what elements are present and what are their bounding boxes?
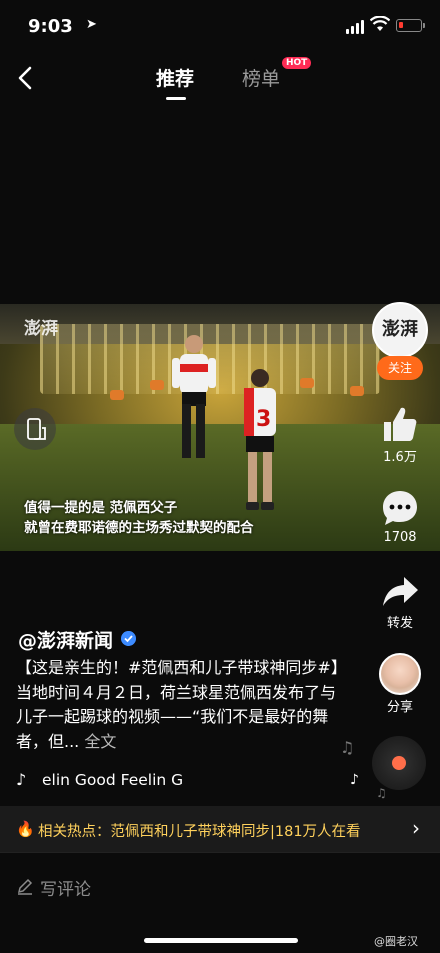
music-note-icon: ♫ — [376, 786, 387, 800]
like-count: 1.6万 — [383, 450, 417, 465]
comment-bar[interactable]: 写评论 — [0, 852, 440, 914]
tab-ranking[interactable]: 榜单 — [242, 64, 280, 91]
more-link[interactable]: 全文 — [84, 732, 116, 751]
player-boy: 3 — [244, 369, 276, 510]
share-avatar[interactable] — [379, 653, 421, 695]
verified-icon — [121, 631, 136, 646]
hot-badge: HOT — [282, 57, 312, 69]
status-time: 9:03 — [28, 16, 73, 37]
follow-button[interactable]: 关注 — [377, 356, 423, 380]
video-subtitle: 值得一提的是 范佩西父子 就曾在费耶诺德的主场秀过默契的配合 — [0, 498, 300, 538]
tab-recommend[interactable]: 推荐 — [156, 64, 194, 91]
home-indicator[interactable] — [144, 938, 298, 943]
location-arrow-icon: ➤ — [86, 17, 97, 32]
comment-icon[interactable] — [380, 488, 420, 528]
like-icon[interactable] — [380, 404, 420, 444]
post-caption[interactable]: 【这是亲生的！#范佩西和儿子带球神同步#】当地时间４月２日，荷兰球星范佩西发布了… — [16, 656, 346, 754]
caption-text: 【这是亲生的！#范佩西和儿子带球神同步#】当地时间４月２日，荷兰球星范佩西发布了… — [16, 658, 339, 751]
jersey-number: 3 — [256, 407, 271, 432]
weibo-credit: @圈老汉 — [374, 935, 418, 948]
player-man — [172, 335, 216, 458]
hot-topic-label: 相关热点：范佩西和儿子带球神同步|181万人在看 — [38, 824, 361, 840]
music-note-icon: ♪ — [16, 770, 27, 789]
comment-count: 1708 — [383, 530, 417, 545]
rotate-screen-button[interactable] — [14, 408, 56, 450]
subtitle-line: 就曾在费耶诺德的主场秀过默契的配合 — [24, 520, 254, 536]
disc-center — [392, 756, 406, 770]
share-label: 分享 — [386, 700, 413, 715]
pencil-icon — [17, 878, 33, 895]
forward-label: 转发 — [386, 616, 413, 631]
back-button[interactable] — [14, 64, 38, 92]
status-bar: 9:03 ➤ — [0, 0, 440, 52]
rig-lamp — [150, 380, 164, 390]
rig-lamp — [300, 378, 314, 388]
author-name[interactable]: @澎湃新闻 — [18, 626, 113, 653]
rig-lamp — [110, 390, 124, 400]
related-hot-topic-bar[interactable]: 🔥 相关热点：范佩西和儿子带球神同步|181万人在看 › — [0, 806, 440, 852]
active-tab-indicator — [166, 97, 186, 100]
chevron-right-icon: › — [412, 816, 420, 840]
forward-icon[interactable] — [380, 572, 420, 612]
signal-icon — [346, 20, 366, 34]
wifi-icon — [370, 16, 390, 31]
music-disc[interactable] — [372, 736, 426, 790]
comment-input[interactable]: 写评论 — [40, 875, 91, 900]
author-avatar[interactable]: 澎湃 — [372, 302, 428, 358]
subtitle-line: 值得一提的是 范佩西父子 — [24, 500, 178, 516]
rig-lamp — [350, 386, 364, 396]
music-track[interactable]: elin Good Feelin G — [42, 771, 188, 789]
flame-icon: 🔥 — [16, 820, 35, 838]
battery-icon — [396, 19, 425, 32]
music-note-icon: ♪ — [350, 772, 359, 788]
video-watermark: 澎湃 — [24, 319, 58, 339]
